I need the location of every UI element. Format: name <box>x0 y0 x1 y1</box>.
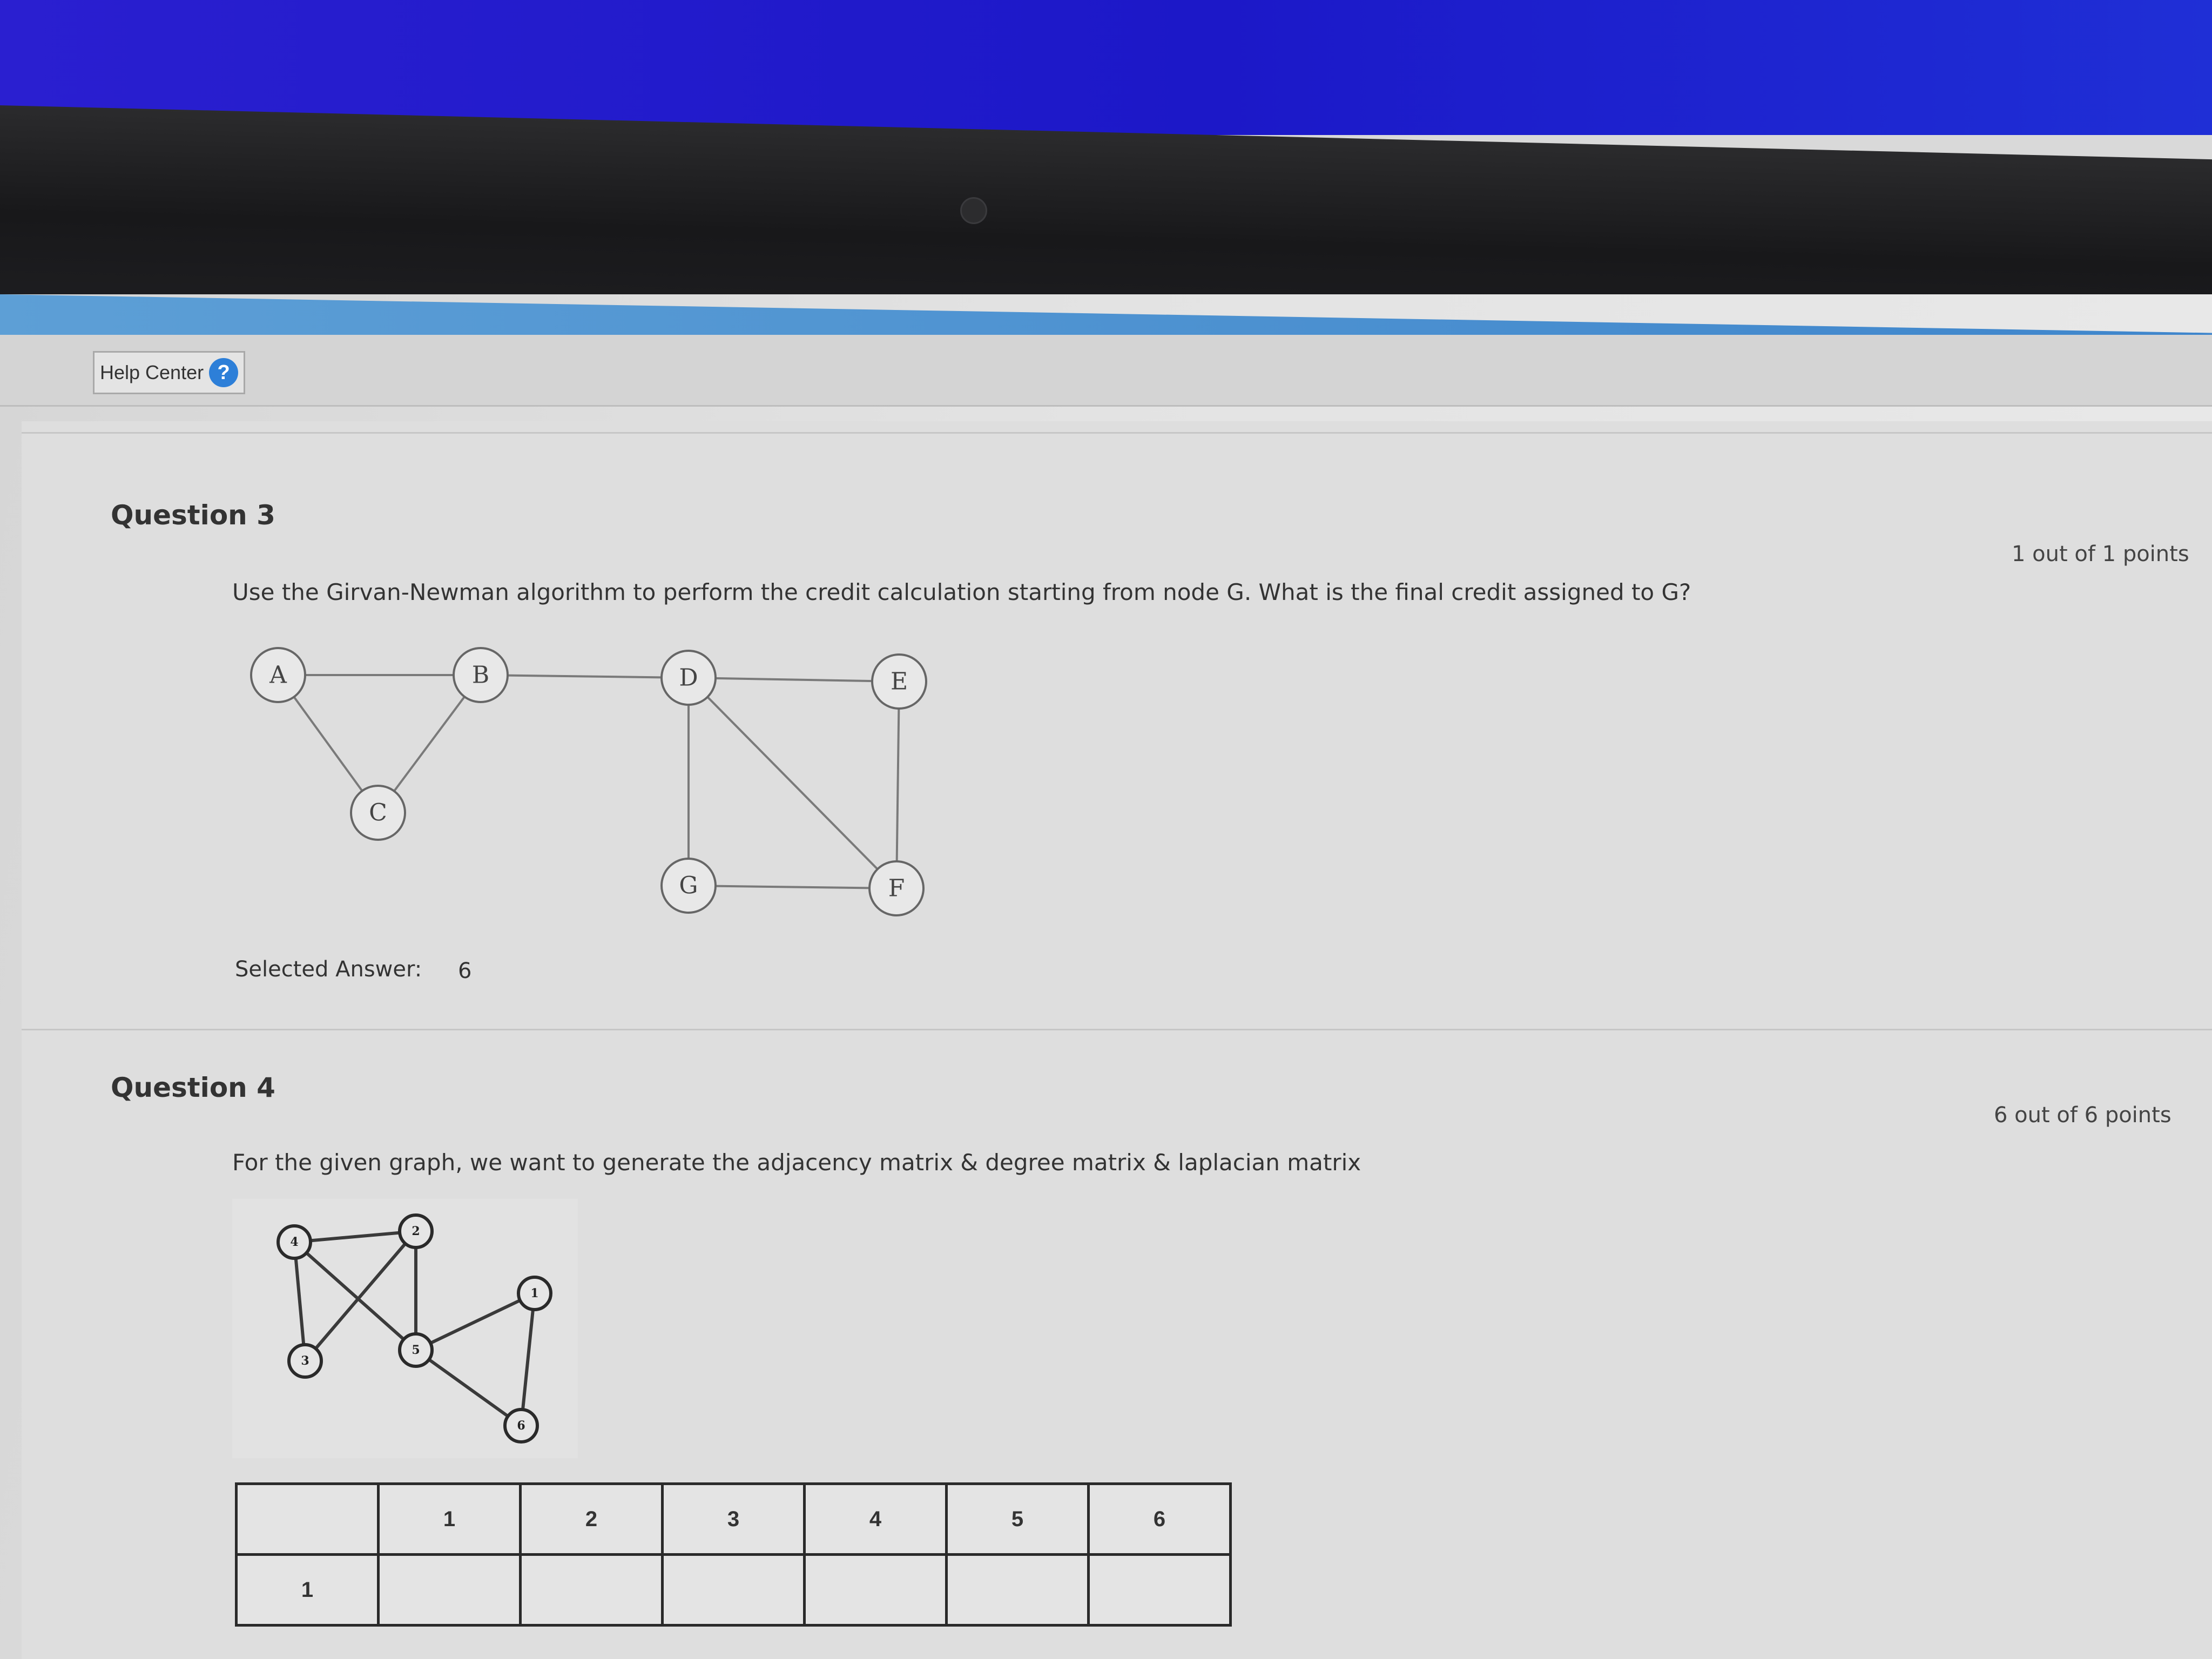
row-header: 1 <box>235 1553 380 1627</box>
node-g-label: G <box>679 872 698 900</box>
edge-e-f <box>895 681 900 889</box>
edge-d-e <box>688 677 900 683</box>
question-3-title: Question 3 <box>111 500 275 531</box>
edge-b-d <box>480 674 689 679</box>
node-2-label: 2 <box>412 1224 420 1238</box>
matrix-cell[interactable] <box>945 1553 1090 1627</box>
question-divider <box>22 1029 2212 1030</box>
question-4-points: 6 out of 6 points <box>1994 1103 2171 1128</box>
help-center-button[interactable]: Help Center ? <box>93 351 246 394</box>
webcam <box>960 197 987 224</box>
node-c-label: C <box>369 799 387 827</box>
node-d-label: D <box>679 664 698 692</box>
question-4-text: For the given graph, we want to generate… <box>232 1149 1361 1176</box>
edge-g-f <box>688 885 897 889</box>
node-3-label: 3 <box>301 1354 309 1368</box>
node-b-label: B <box>472 662 489 689</box>
matrix-corner-cell <box>235 1482 380 1556</box>
matrix-cell[interactable] <box>1087 1553 1232 1627</box>
question-4-title: Question 4 <box>111 1072 275 1103</box>
top-toolbar <box>0 335 2212 407</box>
node-f-label: F <box>888 875 905 902</box>
matrix-cell[interactable] <box>519 1553 664 1627</box>
assessment-content <box>22 421 2212 1659</box>
node-e-label: E <box>891 668 908 696</box>
question-icon: ? <box>209 358 239 387</box>
selected-answer-label: Selected Answer: <box>235 957 422 982</box>
node-4-label: 4 <box>290 1235 298 1249</box>
adjacency-matrix-table: 1 2 3 4 5 6 1 <box>235 1482 1232 1627</box>
edge-d-f <box>687 677 898 889</box>
matrix-row: 1 <box>235 1553 1232 1627</box>
node-a-label: A <box>269 662 287 689</box>
node-6-label: 6 <box>517 1419 525 1433</box>
question-3-text: Use the Girvan-Newman algorithm to perfo… <box>232 579 1691 605</box>
matrix-cell[interactable] <box>803 1553 948 1627</box>
divider <box>22 432 2212 434</box>
column-header: 4 <box>803 1482 948 1556</box>
column-header: 6 <box>1087 1482 1232 1556</box>
question-3-graph: A B C D E F G <box>250 647 927 916</box>
column-header: 2 <box>519 1482 664 1556</box>
question-3-points: 1 out of 1 points <box>2012 542 2189 567</box>
matrix-cell[interactable] <box>377 1553 522 1627</box>
matrix-header-row: 1 2 3 4 5 6 <box>235 1482 1232 1556</box>
column-header: 3 <box>661 1482 806 1556</box>
matrix-cell[interactable] <box>661 1553 806 1627</box>
column-header: 5 <box>945 1482 1090 1556</box>
node-1-label: 1 <box>530 1286 538 1300</box>
node-5-label: 5 <box>412 1343 420 1357</box>
question-4-graph: 1 2 3 4 5 6 <box>232 1199 578 1458</box>
selected-answer-value: 6 <box>458 959 472 983</box>
help-center-label: Help Center <box>100 361 204 383</box>
column-header: 1 <box>377 1482 522 1556</box>
